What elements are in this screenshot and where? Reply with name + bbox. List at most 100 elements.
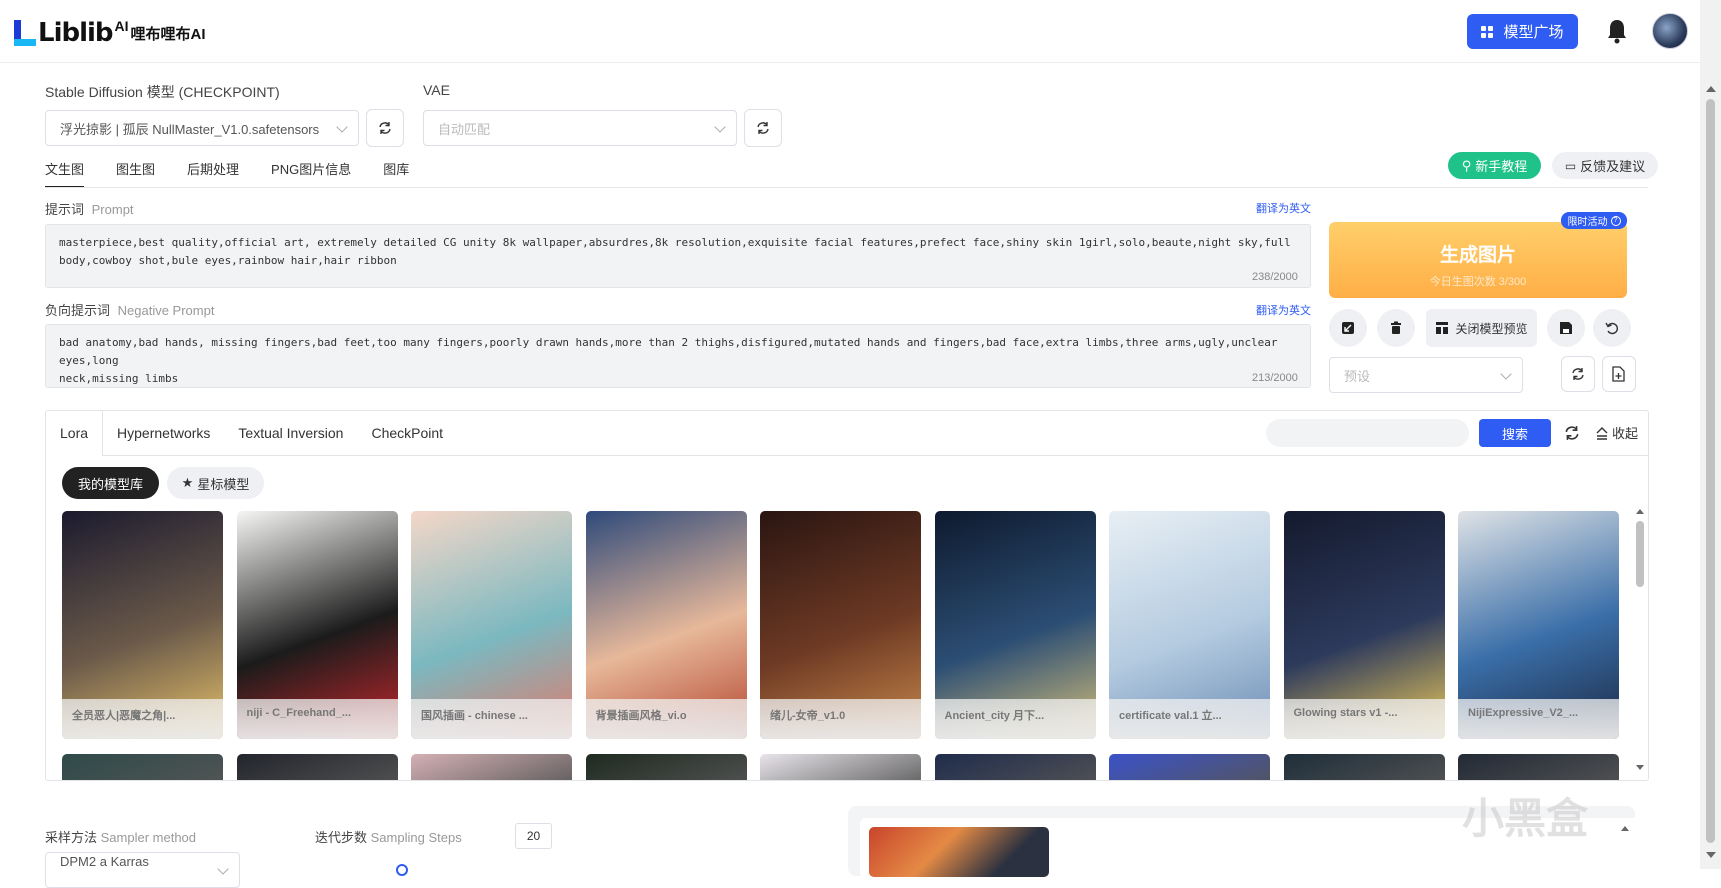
tab-gallery[interactable]: 图库 (383, 160, 409, 188)
close-model-preview-button[interactable]: 关闭模型预览 (1426, 309, 1537, 347)
steps-slider-handle[interactable] (396, 864, 408, 876)
tabs-divider (45, 187, 1648, 188)
model-card[interactable] (1283, 754, 1445, 780)
model-card[interactable]: niji - C_Freehand_... (236, 511, 398, 739)
prompt-counter: 238/2000 (1252, 271, 1298, 283)
model-search-input[interactable] (1266, 419, 1469, 447)
starred-models-chip[interactable]: ★ 星标模型 (167, 467, 264, 499)
model-card[interactable] (760, 754, 921, 780)
my-library-chip[interactable]: 我的模型库 (62, 467, 159, 499)
panel-tabs-divider (102, 455, 1648, 456)
model-card-caption: certificate val.1 立... (1109, 699, 1270, 739)
collapse-up-icon (1596, 426, 1608, 440)
tab-txt2img[interactable]: 文生图 (45, 160, 85, 188)
preset-refresh-button[interactable] (1561, 356, 1595, 392)
model-card[interactable]: 绪儿-女帝_v1.0 (760, 511, 921, 739)
translate-negative-link[interactable]: 翻译为英文 (1256, 302, 1311, 318)
model-card[interactable] (236, 754, 398, 780)
tab-lora[interactable]: Lora (46, 411, 104, 455)
model-card[interactable] (62, 754, 223, 780)
tutorial-button[interactable]: ⚲ 新手教程 (1448, 152, 1541, 179)
collapse-label: 收起 (1612, 426, 1639, 441)
model-card[interactable]: certificate val.1 立... (1109, 511, 1270, 739)
reset-button[interactable] (1593, 309, 1631, 347)
model-card[interactable] (585, 754, 747, 780)
translate-prompt-link[interactable]: 翻译为英文 (1256, 200, 1311, 216)
sampler-label: 采样方法 Sampler method (45, 827, 196, 846)
user-avatar[interactable] (1652, 13, 1688, 49)
sampler-select[interactable]: DPM2 a Karras (45, 852, 240, 888)
tab-checkpoint[interactable]: CheckPoint (357, 411, 457, 455)
sampler-label-en: Sampler method (100, 830, 197, 845)
preset-placeholder: 预设 (1344, 368, 1371, 384)
negative-label-cn: 负向提示词 (45, 303, 111, 318)
model-card[interactable]: Ancient_city 月下... (934, 511, 1096, 739)
limited-event-badge[interactable]: 限时活动 ? (1561, 212, 1627, 229)
negative-prompt-textarea[interactable]: bad anatomy,bad hands, missing fingers,b… (45, 324, 1311, 388)
mode-tabs: 文生图 图生图 后期处理 PNG图片信息 图库 (45, 160, 441, 188)
vae-refresh-button[interactable] (744, 109, 782, 147)
save-style-button[interactable] (1547, 309, 1585, 347)
model-card[interactable]: NijiExpressive_V2_... (1458, 511, 1619, 739)
checkpoint-value: 浮光掠影 | 孤辰 NullMaster_V1.0.safetensors (60, 121, 320, 137)
model-square-label: 模型广场 (1503, 24, 1564, 41)
model-card-caption: Glowing stars v1 -... (1283, 699, 1445, 739)
model-card[interactable] (1109, 754, 1270, 780)
wand-icon: ⚲ (1461, 157, 1472, 173)
model-square-button[interactable]: 模型广场 (1467, 14, 1578, 49)
model-card-caption: Ancient_city 月下... (934, 699, 1096, 739)
negative-prompt-label: 负向提示词 Negative Prompt (45, 300, 214, 319)
model-card-caption: 背景插画风格_vi.o (585, 699, 747, 739)
scroll-down-icon[interactable] (1706, 852, 1716, 858)
search-button[interactable]: 搜索 (1479, 419, 1551, 447)
checkpoint-select[interactable]: 浮光掠影 | 孤辰 NullMaster_V1.0.safetensors (45, 110, 359, 146)
tab-textual-inversion[interactable]: Textual Inversion (224, 411, 357, 455)
vae-placeholder: 自动匹配 (438, 121, 491, 137)
help-circle-icon: ? (1610, 215, 1621, 226)
liblib-logo[interactable]: Liblib AI 哩布哩布AI (14, 18, 206, 48)
scroll-up-icon[interactable] (1636, 509, 1644, 514)
model-card[interactable] (1458, 754, 1619, 780)
preset-select[interactable]: 预设 (1329, 357, 1523, 393)
refresh-icon (379, 122, 391, 134)
tab-postprocess[interactable]: 后期处理 (187, 160, 239, 188)
send-to-button[interactable] (1329, 309, 1367, 347)
feedback-button[interactable]: ▭ 反馈及建议 (1552, 152, 1658, 179)
bell-icon[interactable] (1606, 18, 1628, 44)
model-card[interactable]: 全员恶人|恶魔之角|... (62, 511, 223, 739)
model-card[interactable] (934, 754, 1096, 780)
steps-input[interactable]: 20 (515, 823, 552, 849)
prompt-textarea[interactable]: masterpiece,best quality,official art, e… (45, 224, 1311, 288)
generate-button[interactable]: 生成图片 今日生图次数 3/300 (1329, 222, 1627, 298)
scroll-down-icon[interactable] (1636, 765, 1644, 770)
model-card[interactable] (411, 754, 572, 780)
sampler-label-cn: 采样方法 (45, 830, 98, 845)
logo-ai: AI (114, 18, 129, 34)
scrollbar-thumb[interactable] (1706, 99, 1715, 843)
model-card[interactable]: Glowing stars v1 -... (1283, 511, 1445, 739)
model-card[interactable]: 国风插画 - chinese ... (411, 511, 572, 739)
file-add-icon (1612, 366, 1625, 382)
tab-hypernetworks[interactable]: Hypernetworks (103, 411, 224, 455)
vae-label: VAE (423, 82, 450, 98)
generate-title: 生成图片 (1439, 245, 1516, 266)
preview-image[interactable] (869, 827, 1049, 877)
delete-button[interactable] (1377, 309, 1415, 347)
tab-png-info[interactable]: PNG图片信息 (271, 160, 351, 188)
scroll-up-icon[interactable] (1706, 86, 1716, 92)
checkpoint-refresh-button[interactable] (366, 109, 404, 147)
logo-chinese: 哩布哩布AI (130, 25, 206, 43)
logo-text: Liblib (38, 18, 114, 48)
model-card[interactable]: 背景插画风格_vi.o (585, 511, 747, 739)
preset-add-button[interactable] (1602, 356, 1636, 392)
refresh-icon[interactable] (1564, 425, 1580, 441)
panel-scrollbar[interactable] (1635, 509, 1645, 770)
scroll-up-icon[interactable] (1621, 826, 1629, 831)
page-scrollbar[interactable] (1700, 0, 1721, 869)
collapse-button[interactable]: 收起 (1595, 423, 1638, 442)
vae-select[interactable]: 自动匹配 (423, 110, 737, 146)
negative-label-en: Negative Prompt (117, 303, 215, 318)
tab-img2img[interactable]: 图生图 (116, 160, 155, 188)
chevron-down-icon (217, 863, 229, 875)
panel-scrollbar-thumb[interactable] (1636, 521, 1644, 587)
